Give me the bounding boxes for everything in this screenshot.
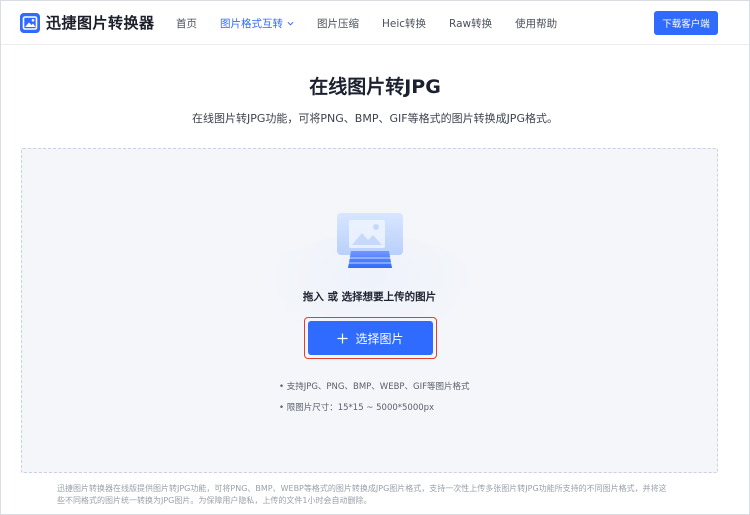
top-header: 迅捷图片转换器 首页 图片格式互转 图片压缩 Heic转换 Raw转换 使用帮助… xyxy=(1,1,749,45)
brand-logo[interactable]: 迅捷图片转换器 xyxy=(20,12,155,33)
select-image-label: 选择图片 xyxy=(355,331,404,346)
footer-line: 些不同格式的图片统一转换为JPG图片。为保障用户隐私，上传的文件1小时会自动删除… xyxy=(57,496,372,505)
plus-icon xyxy=(337,332,349,344)
logo-icon xyxy=(20,12,40,33)
brand-name: 迅捷图片转换器 xyxy=(46,14,155,32)
nav-item-home[interactable]: 首页 xyxy=(176,16,197,31)
main-nav: 首页 图片格式互转 图片压缩 Heic转换 Raw转换 使用帮助 xyxy=(176,1,557,45)
page-title: 在线图片转JPG xyxy=(309,76,441,98)
page-description: 在线图片转JPG功能，可将PNG、BMP、GIF等格式的图片转换成JPG格式。 xyxy=(192,112,558,125)
note-supported-formats: • 支持JPG、PNG、BMP、WEBP、GIF等图片格式 xyxy=(279,382,470,392)
nav-item-help[interactable]: 使用帮助 xyxy=(515,16,557,31)
select-image-button[interactable]: 选择图片 xyxy=(308,321,433,355)
nav-item-label: 图片格式互转 xyxy=(220,17,283,30)
nav-item-label: 使用帮助 xyxy=(515,17,558,30)
nav-item-label: 图片压缩 xyxy=(317,17,359,30)
nav-item-raw[interactable]: Raw转换 xyxy=(449,16,492,31)
nav-item-label: Raw转换 xyxy=(449,17,493,30)
upload-dropzone[interactable]: 拖入 或 选择想要上传的图片 选择图片 • 支持JPG、PNG、BMP、WEBP… xyxy=(21,148,718,473)
nav-item-label: Heic转换 xyxy=(382,17,427,30)
chevron-down-icon xyxy=(287,21,294,26)
nav-item-label: 首页 xyxy=(176,17,197,30)
upload-hint: 拖入 或 选择想要上传的图片 xyxy=(302,291,437,303)
image-placeholder-icon xyxy=(337,213,403,268)
nav-item-compress[interactable]: 图片压缩 xyxy=(317,16,359,31)
nav-item-heic[interactable]: Heic转换 xyxy=(382,16,426,31)
upload-notes: • 支持JPG、PNG、BMP、WEBP、GIF等图片格式 • 限图片尺寸：15… xyxy=(279,381,470,423)
footer-description: 迅捷图片转换器在线版提供图片转JPG功能，可将PNG、BMP、WEBP等格式的图… xyxy=(57,483,697,507)
footer-line: 迅捷图片转换器在线版提供图片转JPG功能，可将PNG、BMP、WEBP等格式的图… xyxy=(57,484,667,493)
note-size-limit: • 限图片尺寸：15*15 ~ 5000*5000px xyxy=(279,403,435,413)
app-window: 迅捷图片转换器 首页 图片格式互转 图片压缩 Heic转换 Raw转换 使用帮助… xyxy=(0,0,750,515)
nav-item-format-convert[interactable]: 图片格式互转 xyxy=(220,16,294,31)
download-client-button[interactable]: 下载客户端 xyxy=(654,11,718,35)
